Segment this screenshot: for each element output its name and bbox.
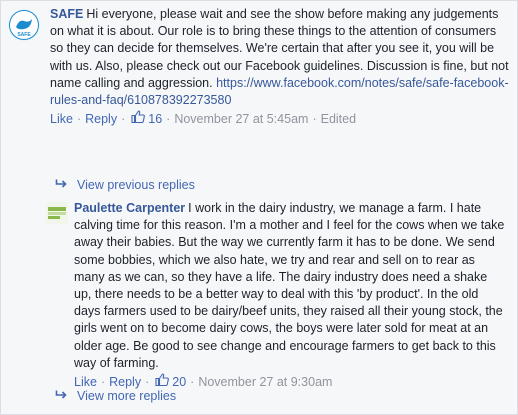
separator: · (100, 374, 106, 389)
separator: · (190, 374, 195, 389)
separator: · (121, 111, 126, 126)
comment-author[interactable]: Paulette Carpenter (74, 201, 185, 215)
safe-logo-icon[interactable]: SAFE (8, 9, 40, 41)
timestamp[interactable]: November 27 at 9:30am (198, 374, 332, 391)
comment-safe: SAFE SAFE Hi everyone, please wait and se… (8, 6, 510, 128)
edited-label[interactable]: Edited (321, 111, 356, 128)
thumbs-up-icon (131, 110, 146, 128)
comment-actions: Like · Reply · 16 · November 27 at 5:45a… (50, 110, 510, 128)
profile-photo-icon[interactable] (46, 202, 68, 224)
comment-text: I work in the dairy industry, we manage … (74, 201, 505, 370)
timestamp[interactable]: November 27 at 5:45am (174, 111, 308, 128)
svg-text:SAFE: SAFE (17, 32, 31, 38)
view-previous-replies[interactable]: View previous replies (55, 178, 195, 192)
comment-reply: Paulette Carpenter I work in the dairy in… (46, 200, 508, 391)
separator: · (312, 111, 317, 126)
like-button[interactable]: Like (74, 374, 97, 391)
reply-arrow-icon (55, 178, 67, 192)
reply-button[interactable]: Reply (109, 374, 141, 391)
separator: · (76, 111, 82, 126)
separator: · (166, 111, 171, 126)
comment-author[interactable]: SAFE (50, 7, 83, 21)
view-more-replies[interactable]: View more replies (55, 389, 176, 403)
reply-arrow-icon (55, 389, 67, 403)
like-button[interactable]: Like (50, 111, 73, 128)
reply-button[interactable]: Reply (85, 111, 117, 128)
like-count[interactable]: 16 (129, 110, 162, 128)
separator: · (145, 374, 150, 389)
